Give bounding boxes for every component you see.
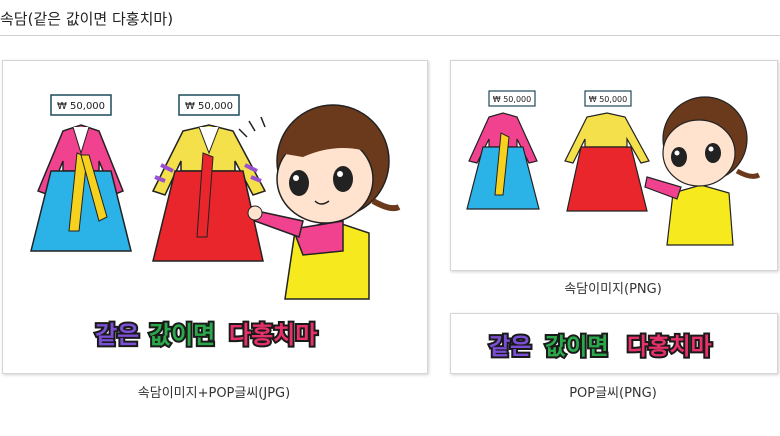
hanbok-pink-blue (30, 124, 132, 252)
svg-text:₩ 50,000: ₩ 50,000 (589, 95, 627, 104)
girl-character (238, 104, 401, 300)
svg-text:값이면: 값이면 (149, 321, 215, 349)
image-card-pop-png[interactable]: 같은 값이면 다홍치마 (450, 313, 778, 374)
girl-character (644, 96, 761, 246)
proverb-image-jpg: ₩ 50,000 ₩ 50,000 같은 값이면 다홍치마 (30, 94, 401, 351)
caption-png: 속담이미지(PNG) (564, 282, 662, 297)
svg-text:₩ 50,000: ₩ 50,000 (493, 95, 531, 104)
svg-text:값이면: 값이면 (545, 334, 608, 360)
image-card-jpg[interactable]: ₩ 50,000 ₩ 50,000 같은 값이면 다홍치마 (2, 60, 428, 374)
price-tag: ₩ 50,000 (488, 90, 536, 107)
caption-jpg: 속담이미지+POP글씨(JPG) (137, 386, 291, 401)
caption-pop-png: POP글씨(PNG) (569, 386, 657, 401)
svg-text:다홍치마: 다홍치마 (627, 334, 712, 360)
svg-text:같은: 같은 (489, 334, 531, 360)
title-divider (0, 35, 780, 36)
svg-text:다홍치마: 다홍치마 (229, 321, 317, 349)
svg-text:₩ 50,000: ₩ 50,000 (57, 101, 105, 112)
svg-text:₩ 50,000: ₩ 50,000 (185, 101, 233, 112)
hanbok-yellow-red (151, 124, 267, 262)
price-tag: ₩ 50,000 (584, 90, 632, 107)
page-title: 속담(같은 값이면 다홍치마) (0, 10, 174, 28)
price-tag: ₩ 50,000 (178, 94, 240, 116)
pop-lettering-png: 같은 값이면 다홍치마 (487, 332, 714, 362)
hanbok-pink-blue (466, 112, 540, 210)
price-tag: ₩ 50,000 (50, 94, 112, 116)
hanbok-yellow-red (564, 112, 650, 212)
image-card-png[interactable]: ₩ 50,000 ₩ 50,000 (450, 60, 778, 271)
pop-lettering: 같은 값이면 다홍치마 (93, 319, 319, 351)
proverb-image-png: ₩ 50,000 ₩ 50,000 (466, 90, 761, 246)
svg-text:같은: 같은 (95, 321, 139, 349)
